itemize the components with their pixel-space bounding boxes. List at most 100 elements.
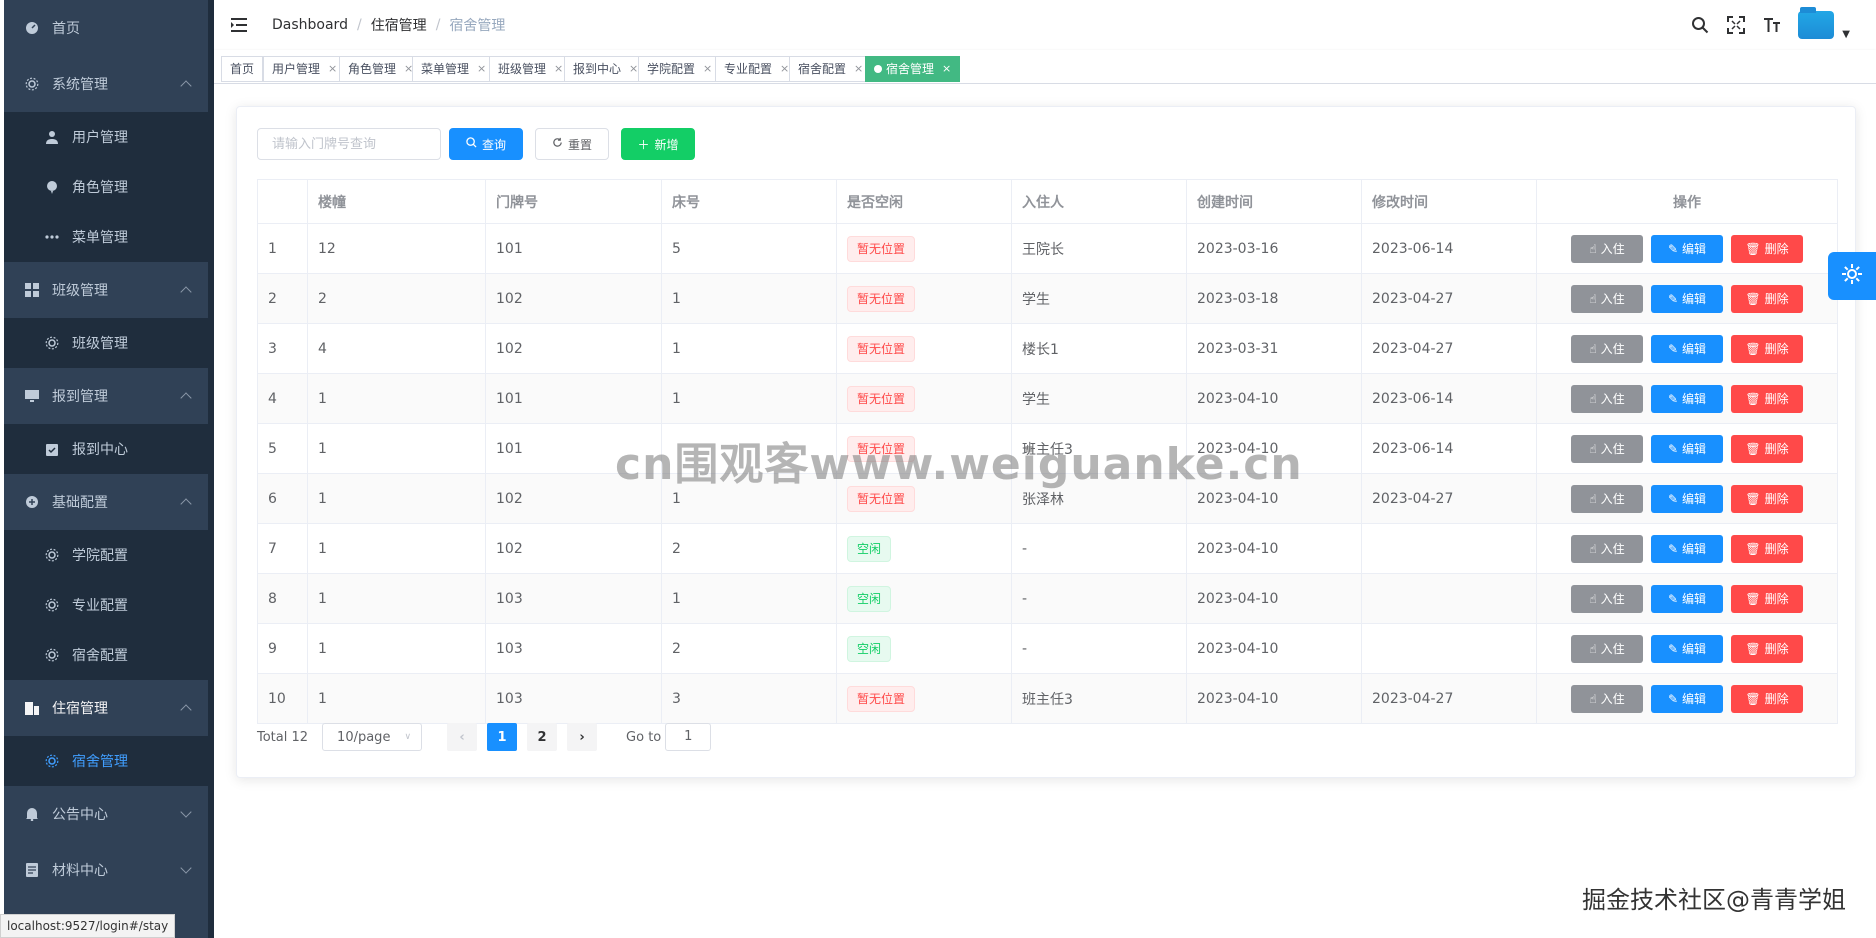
status-badge: 空闲 xyxy=(847,585,892,612)
fullscreen-icon[interactable] xyxy=(1726,15,1746,35)
sidebar-item-1[interactable]: 系统管理 xyxy=(4,56,214,112)
edit-button[interactable]: ✎ 编辑 xyxy=(1651,684,1723,713)
delete-icon: 🗑 xyxy=(1745,341,1761,356)
checkin-button[interactable]: ☝ 入住 xyxy=(1571,334,1643,363)
edit-button[interactable]: ✎ 编辑 xyxy=(1651,434,1723,463)
sidebar-subitem-1-0[interactable]: 用户管理 xyxy=(4,112,214,162)
delete-button[interactable]: 🗑 删除 xyxy=(1731,284,1803,313)
close-icon[interactable]: × xyxy=(780,57,789,81)
tag-1[interactable]: 用户管理 × xyxy=(263,56,347,82)
close-icon[interactable]: × xyxy=(703,57,712,81)
tag-8[interactable]: 宿舍配置 × xyxy=(789,56,873,82)
page-size-select[interactable]: 10/page ∨ xyxy=(322,723,423,751)
hamburger-icon[interactable] xyxy=(230,16,248,34)
sidebar-subitem-4-1[interactable]: 专业配置 xyxy=(4,580,214,630)
close-icon[interactable]: × xyxy=(554,57,563,81)
door-number-search-input[interactable] xyxy=(257,128,441,160)
cell-status: 暂无位置 xyxy=(836,673,1012,724)
delete-button-label: 删除 xyxy=(1764,542,1789,556)
tag-2[interactable]: 角色管理 × xyxy=(339,56,423,82)
edit-button[interactable]: ✎ 编辑 xyxy=(1651,334,1723,363)
sidebar-subitem-1-1[interactable]: 角色管理 xyxy=(4,162,214,212)
goto-page-input[interactable]: 1 xyxy=(665,723,712,751)
sidebar-item-4[interactable]: 基础配置 xyxy=(4,474,214,530)
prev-page-button[interactable]: ‹ xyxy=(447,723,478,751)
checkin-button[interactable]: ☝ 入住 xyxy=(1571,384,1643,413)
delete-button[interactable]: 🗑 删除 xyxy=(1731,434,1803,463)
page-number-button[interactable]: 2 xyxy=(527,723,558,751)
sidebar-item-7[interactable]: 材料中心 xyxy=(4,842,214,898)
checkin-button[interactable]: ☝ 入住 xyxy=(1571,284,1643,313)
sidebar-item-2[interactable]: 班级管理 xyxy=(4,262,214,318)
sidebar-item-0[interactable]: 首页 xyxy=(4,0,214,56)
edit-button[interactable]: ✎ 编辑 xyxy=(1651,584,1723,613)
close-icon[interactable]: × xyxy=(328,57,337,81)
tag-5[interactable]: 报到中心 × xyxy=(564,56,648,82)
edit-button[interactable]: ✎ 编辑 xyxy=(1651,384,1723,413)
close-icon[interactable]: × xyxy=(854,57,863,81)
query-button[interactable]: 查询 xyxy=(449,128,523,160)
plus-icon: ＋ xyxy=(637,137,650,152)
column-header: 楼幢 xyxy=(307,179,486,224)
checkin-button[interactable]: ☝ 入住 xyxy=(1571,634,1643,663)
search-icon[interactable] xyxy=(1690,15,1710,35)
delete-button[interactable]: 🗑 删除 xyxy=(1731,484,1803,513)
edit-button[interactable]: ✎ 编辑 xyxy=(1651,484,1723,513)
sidebar-subitem-4-0[interactable]: 学院配置 xyxy=(4,530,214,580)
sidebar-item-6[interactable]: 公告中心 xyxy=(4,786,214,842)
tag-label: 报到中心 xyxy=(573,62,622,76)
edit-button[interactable]: ✎ 编辑 xyxy=(1651,534,1723,563)
close-icon[interactable]: × xyxy=(942,57,951,81)
delete-button[interactable]: 🗑 删除 xyxy=(1731,384,1803,413)
sidebar-item-3[interactable]: 报到管理 xyxy=(4,368,214,424)
checkin-button[interactable]: ☝ 入住 xyxy=(1571,234,1643,263)
delete-button[interactable]: 🗑 删除 xyxy=(1731,534,1803,563)
breadcrumb-item[interactable]: 住宿管理 xyxy=(371,15,427,35)
breadcrumb-item: 宿舍管理 xyxy=(449,18,506,34)
breadcrumb-item[interactable]: Dashboard xyxy=(272,17,348,33)
checkin-button[interactable]: ☝ 入住 xyxy=(1571,534,1643,563)
next-page-button[interactable]: › xyxy=(567,723,598,751)
edit-button-label: 编辑 xyxy=(1682,292,1707,306)
cell-modified: 2023-04-27 xyxy=(1361,273,1537,324)
delete-button[interactable]: 🗑 删除 xyxy=(1731,584,1803,613)
sidebar-subitem-4-2[interactable]: 宿舍配置 xyxy=(4,630,214,680)
chevron-down-icon[interactable]: ▼ xyxy=(1842,29,1850,40)
font-size-icon[interactable] xyxy=(1762,15,1782,35)
checkin-button[interactable]: ☝ 入住 xyxy=(1571,434,1643,463)
tag-9[interactable]: 宿舍管理 × xyxy=(865,56,961,82)
page-number-button[interactable]: 1 xyxy=(487,723,518,751)
checkin-button[interactable]: ☝ 入住 xyxy=(1571,684,1643,713)
tag-7[interactable]: 专业配置 × xyxy=(715,56,799,82)
delete-button[interactable]: 🗑 删除 xyxy=(1731,684,1803,713)
tag-0[interactable]: 首页 xyxy=(221,56,264,82)
delete-button[interactable]: 🗑 删除 xyxy=(1731,334,1803,363)
sidebar-item-5[interactable]: 住宿管理 xyxy=(4,680,214,736)
tag-4[interactable]: 班级管理 × xyxy=(489,56,573,82)
cell-index: 8 xyxy=(257,573,308,624)
cell-door: 102 xyxy=(485,273,662,324)
sidebar-subitem-3-0[interactable]: 报到中心 xyxy=(4,424,214,474)
edit-button[interactable]: ✎ 编辑 xyxy=(1651,284,1723,313)
settings-button[interactable] xyxy=(1828,252,1876,300)
avatar[interactable] xyxy=(1798,7,1835,39)
edit-button[interactable]: ✎ 编辑 xyxy=(1651,234,1723,263)
close-icon[interactable]: × xyxy=(629,57,638,81)
close-icon[interactable]: × xyxy=(477,57,486,81)
sidebar-subitem-2-0[interactable]: 班级管理 xyxy=(4,318,214,368)
reset-button[interactable]: 重置 xyxy=(535,128,609,160)
sidebar-subitem-1-2[interactable]: 菜单管理 xyxy=(4,212,214,262)
tag-6[interactable]: 学院配置 × xyxy=(638,56,722,82)
sidebar-subitem-label: 班级管理 xyxy=(72,336,128,352)
edit-button[interactable]: ✎ 编辑 xyxy=(1651,634,1723,663)
table-row: 8 1 103 1 空闲 -2023-04-10 ☝ 入住 ✎ 编辑 🗑 删除 xyxy=(257,573,1838,624)
tag-3[interactable]: 菜单管理 × xyxy=(412,56,496,82)
checkin-button[interactable]: ☝ 入住 xyxy=(1571,584,1643,613)
delete-button[interactable]: 🗑 删除 xyxy=(1731,234,1803,263)
add-button[interactable]: ＋ 新增 xyxy=(621,128,695,160)
sidebar-subitem-5-0[interactable]: 宿舍管理 xyxy=(4,736,214,786)
cell-modified: 2023-06-14 xyxy=(1361,223,1537,274)
cell-modified: 2023-04-27 xyxy=(1361,673,1537,724)
delete-button[interactable]: 🗑 删除 xyxy=(1731,634,1803,663)
checkin-button[interactable]: ☝ 入住 xyxy=(1571,484,1643,513)
